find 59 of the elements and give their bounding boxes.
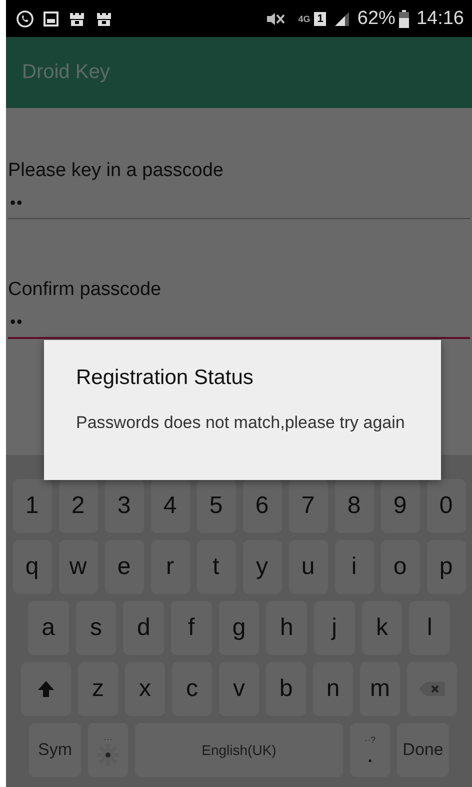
key[interactable]: r xyxy=(150,540,190,594)
key[interactable]: 2 xyxy=(58,479,98,533)
key[interactable]: o xyxy=(380,540,420,594)
mute-icon xyxy=(264,10,286,26)
app-title: Droid Key xyxy=(22,61,110,84)
period-key[interactable]: ··? . xyxy=(350,723,390,777)
key[interactable]: 7 xyxy=(288,479,328,533)
key[interactable]: f xyxy=(171,601,212,655)
key[interactable]: c xyxy=(172,662,212,716)
key[interactable]: a xyxy=(28,601,69,655)
key[interactable]: 6 xyxy=(242,479,282,533)
key[interactable]: k xyxy=(362,601,402,655)
key[interactable]: b xyxy=(266,662,306,716)
image-icon xyxy=(43,10,59,26)
key[interactable]: h xyxy=(266,601,308,655)
key[interactable]: i xyxy=(334,540,374,594)
battery-icon xyxy=(399,10,410,28)
key[interactable]: w xyxy=(58,540,98,594)
key[interactable]: m xyxy=(360,662,400,716)
up-arrow-icon xyxy=(37,680,55,698)
shift-key[interactable] xyxy=(21,662,71,716)
key[interactable]: 3 xyxy=(104,479,144,533)
key[interactable]: p xyxy=(426,540,466,594)
key[interactable]: t xyxy=(196,540,236,594)
key[interactable]: d xyxy=(123,601,164,655)
key[interactable]: Sym xyxy=(29,723,81,777)
key[interactable]: v xyxy=(219,662,259,716)
passcode-field[interactable]: •• xyxy=(8,190,470,219)
network-label: 4G xyxy=(298,14,310,24)
key[interactable]: 1 xyxy=(12,479,52,533)
key[interactable]: 8 xyxy=(334,479,374,533)
clock-time: 14:16 xyxy=(416,8,464,30)
field-label: Confirm passcode xyxy=(8,279,162,301)
field-label: Please key in a passcode xyxy=(8,160,224,182)
dialog-message: Passwords does not match,please try again xyxy=(76,412,406,433)
key[interactable]: 9 xyxy=(380,479,420,533)
key[interactable]: 0 xyxy=(426,479,466,533)
signal-icon xyxy=(334,10,350,26)
key[interactable]: e xyxy=(104,540,144,594)
sim-label: 1 xyxy=(314,12,326,26)
key[interactable]: z xyxy=(78,662,118,716)
key[interactable]: Done xyxy=(397,723,449,777)
dialog-title: Registration Status xyxy=(76,366,254,390)
key[interactable]: y xyxy=(242,540,282,594)
key[interactable]: x xyxy=(125,662,165,716)
key[interactable]: 5 xyxy=(196,479,236,533)
chat-icon xyxy=(16,10,34,28)
key[interactable]: j xyxy=(314,601,355,655)
backspace-icon xyxy=(419,682,445,696)
key[interactable]: q xyxy=(12,540,52,594)
key[interactable]: u xyxy=(288,540,328,594)
settings-key[interactable]: ··· xyxy=(88,723,128,777)
space-key[interactable]: English(UK) xyxy=(135,723,343,777)
key[interactable]: l xyxy=(409,601,450,655)
key[interactable]: n xyxy=(313,662,353,716)
key[interactable]: s xyxy=(76,601,116,655)
key[interactable]: g xyxy=(218,601,260,655)
battery-percentage: 62% xyxy=(357,8,396,30)
key[interactable]: 4 xyxy=(150,479,190,533)
